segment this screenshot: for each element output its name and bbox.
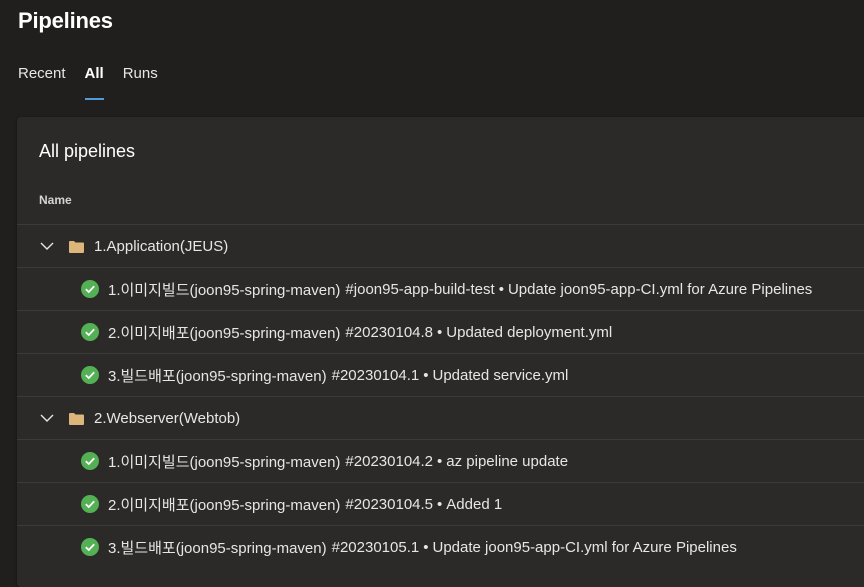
column-header-name[interactable]: Name xyxy=(39,193,72,207)
tab-recent[interactable]: Recent xyxy=(18,64,66,100)
pipeline-name: 3.빌드배포(joon95-spring-maven) xyxy=(108,539,327,557)
folder-icon xyxy=(69,240,84,253)
pipeline-row[interactable]: 1.이미지빌드(joon95-spring-maven) #20230104.2… xyxy=(17,439,864,482)
run-number: #20230104.2 xyxy=(345,452,434,470)
page-title: Pipelines xyxy=(18,8,113,33)
success-check-icon xyxy=(81,366,99,384)
chevron-down-icon[interactable] xyxy=(39,410,55,426)
commit-message: Update joon95-app-CI.yml for Azure Pipel… xyxy=(507,280,813,298)
chevron-down-icon[interactable] xyxy=(39,238,55,254)
pipeline-row[interactable]: 2.이미지배포(joon95-spring-maven) #20230104.8… xyxy=(17,310,864,353)
tab-bar: Recent All Runs xyxy=(18,64,177,100)
tab-runs[interactable]: Runs xyxy=(123,64,158,100)
commit-message: Update joon95-app-CI.yml for Azure Pipel… xyxy=(432,538,737,556)
commit-message: Added 1 xyxy=(446,495,503,513)
pipeline-list: 1.Application(JEUS) 1.이미지빌드(joon95-sprin… xyxy=(17,224,864,568)
run-number: #20230104.5 xyxy=(345,495,434,513)
success-check-icon xyxy=(81,280,99,298)
run-number: #20230105.1 xyxy=(331,538,420,556)
folder-name: 2.Webserver(Webtob) xyxy=(94,409,241,427)
card-title: All pipelines xyxy=(39,141,136,161)
pipeline-name: 3.빌드배포(joon95-spring-maven) xyxy=(108,367,327,385)
run-number: #20230104.8 xyxy=(345,323,434,341)
pipeline-row[interactable]: 1.이미지빌드(joon95-spring-maven) #joon95-app… xyxy=(17,267,864,310)
pipeline-row[interactable]: 2.이미지배포(joon95-spring-maven) #20230104.5… xyxy=(17,482,864,525)
commit-message: Updated service.yml xyxy=(432,366,569,384)
pipeline-row[interactable]: 3.빌드배포(joon95-spring-maven) #20230105.1 … xyxy=(17,525,864,568)
pipeline-name: 2.이미지배포(joon95-spring-maven) xyxy=(108,324,341,342)
success-check-icon xyxy=(81,538,99,556)
pipeline-name: 1.이미지빌드(joon95-spring-maven) xyxy=(108,453,341,471)
folder-row[interactable]: 1.Application(JEUS) xyxy=(17,224,864,267)
commit-message: Updated deployment.yml xyxy=(446,323,613,341)
folder-row[interactable]: 2.Webserver(Webtob) xyxy=(17,396,864,439)
commit-message: az pipeline update xyxy=(446,452,569,470)
pipelines-card: All pipelines Name 1.Application(JEUS) 1… xyxy=(17,117,864,587)
success-check-icon xyxy=(81,323,99,341)
tab-all[interactable]: All xyxy=(84,64,104,100)
folder-icon xyxy=(69,412,84,425)
run-number: #20230104.1 xyxy=(331,366,420,384)
pipeline-row[interactable]: 3.빌드배포(joon95-spring-maven) #20230104.1 … xyxy=(17,353,864,396)
success-check-icon xyxy=(81,495,99,513)
run-number: #joon95-app-build-test xyxy=(345,280,495,298)
pipeline-name: 1.이미지빌드(joon95-spring-maven) xyxy=(108,281,341,299)
folder-name: 1.Application(JEUS) xyxy=(94,237,229,255)
success-check-icon xyxy=(81,452,99,470)
pipeline-name: 2.이미지배포(joon95-spring-maven) xyxy=(108,496,341,514)
